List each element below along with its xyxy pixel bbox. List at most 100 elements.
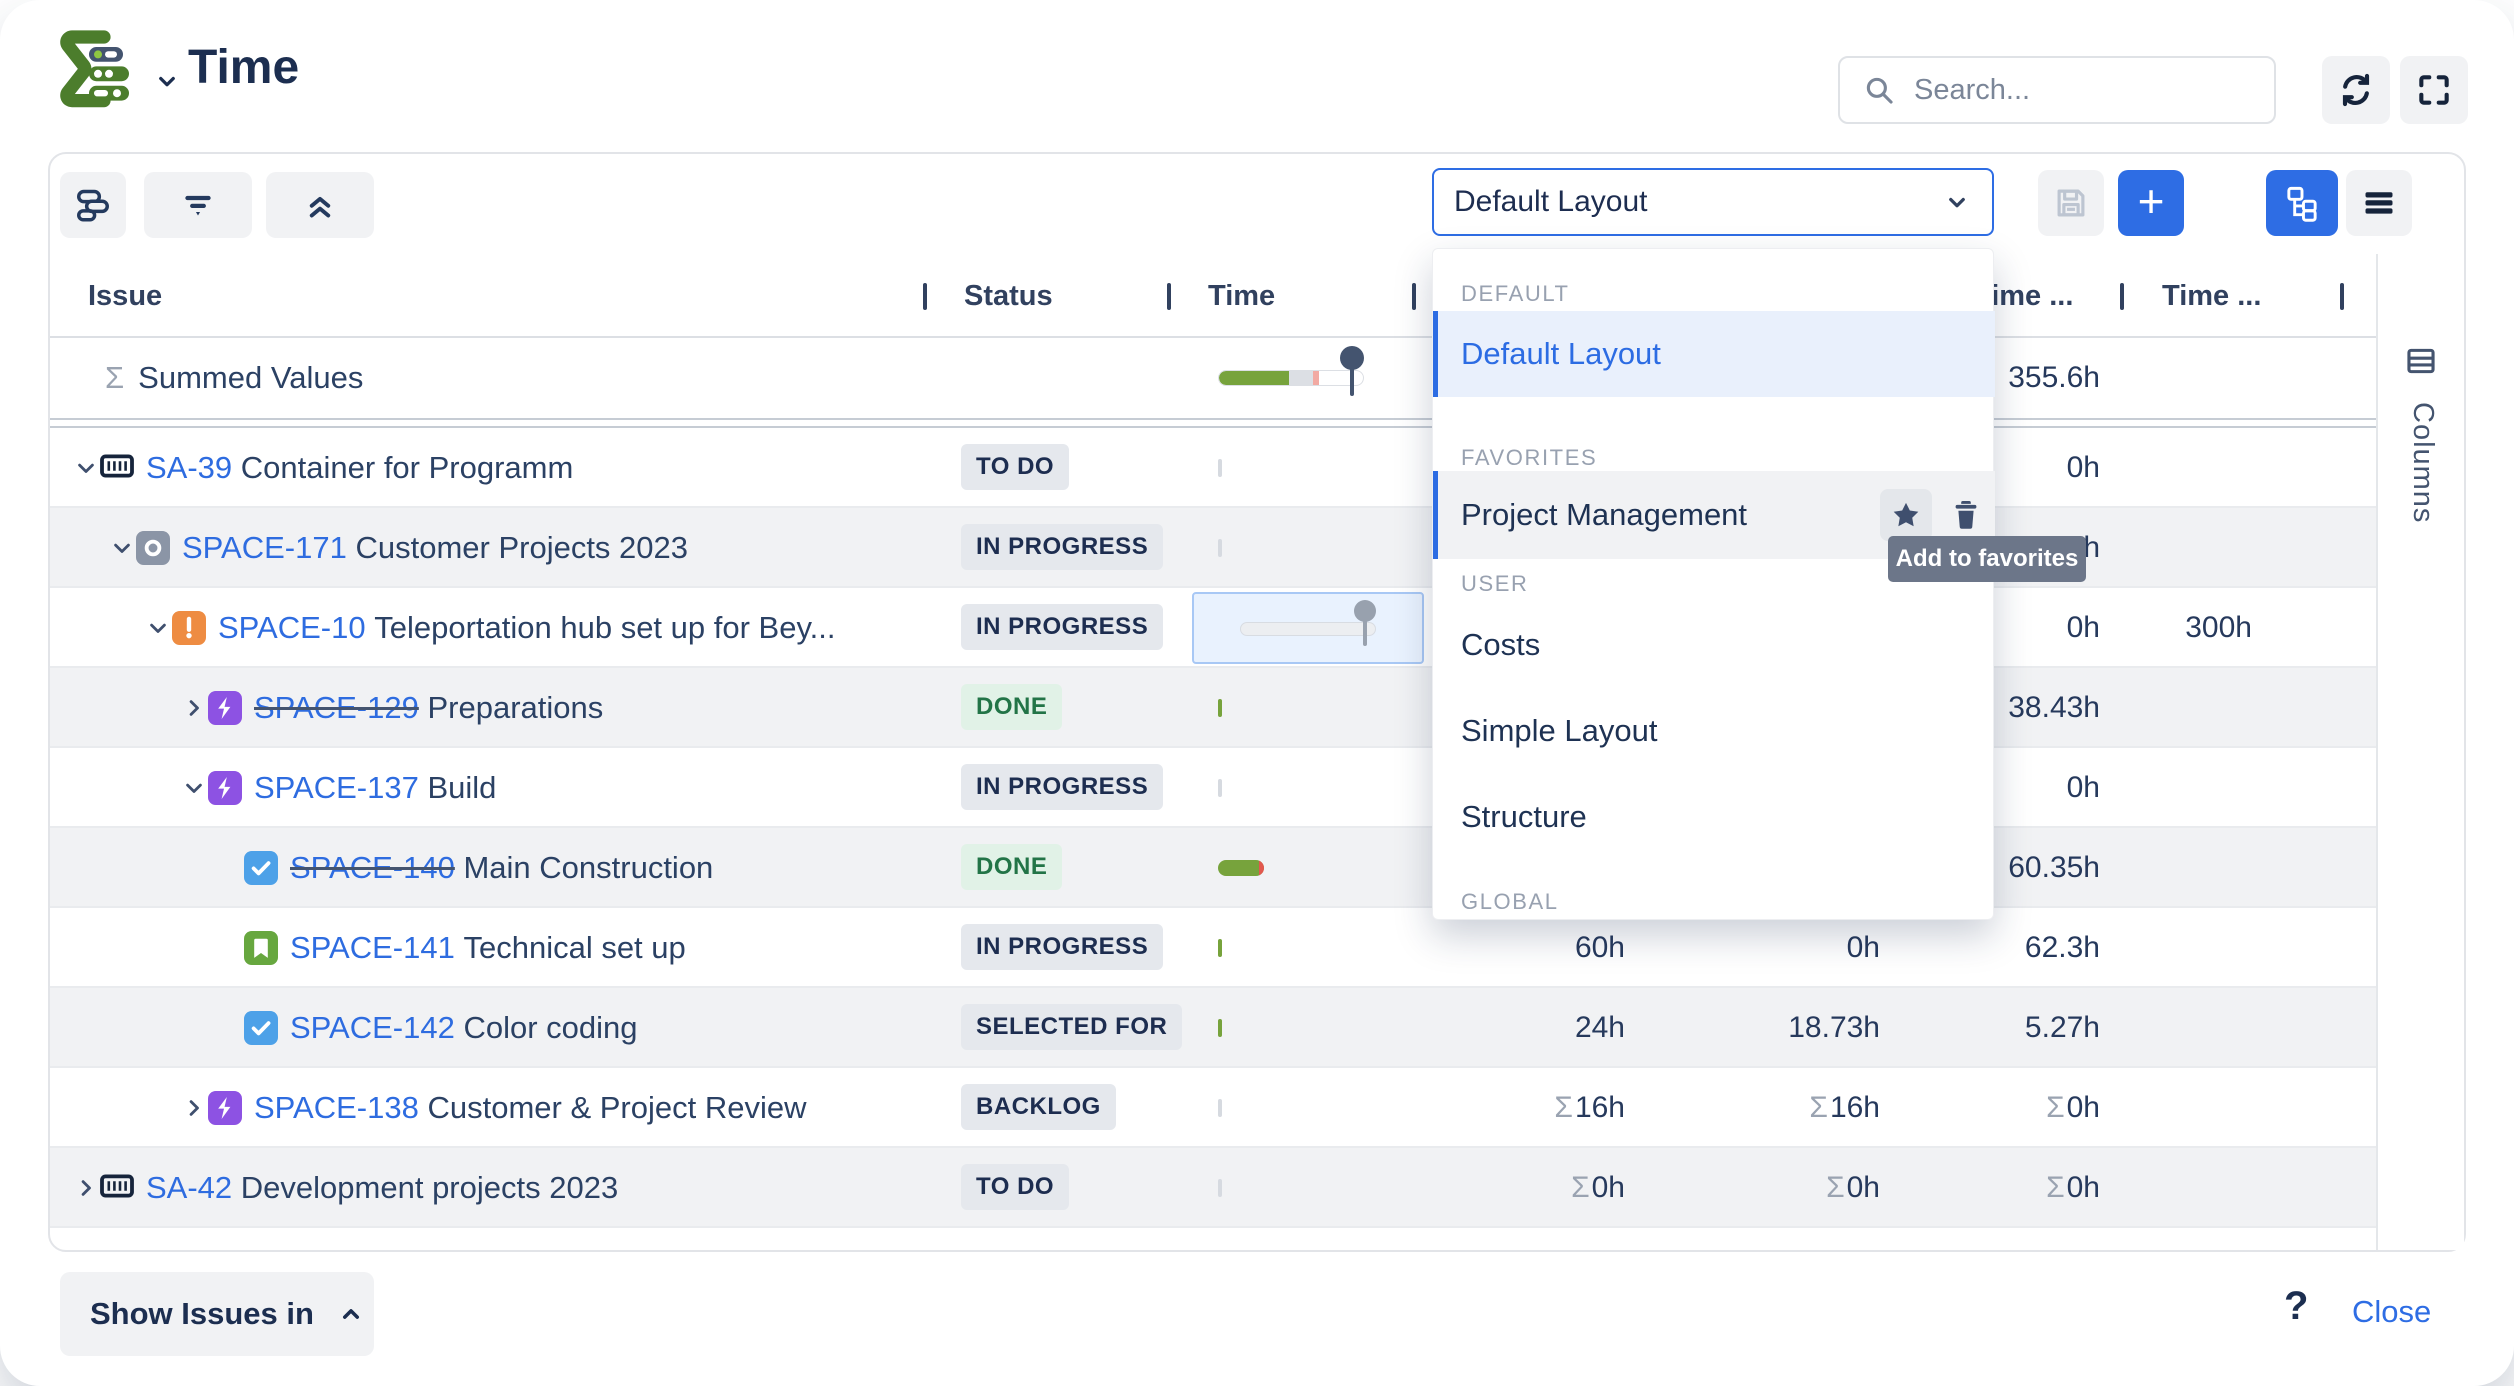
column-resize-handle[interactable] [1412, 283, 1416, 310]
add-to-favorites-tooltip: Add to favorites [1888, 536, 2086, 582]
column-resize-handle[interactable] [2120, 283, 2124, 310]
layout-option-simple-layout[interactable]: Simple Layout [1433, 691, 1995, 771]
tree-view-toggle[interactable] [2266, 170, 2338, 236]
issue-row-sa-42[interactable]: SA-42 Development projects 2023TO DOΣ0hΣ… [50, 1148, 2376, 1228]
issue-key-link[interactable]: SPACE-129 [254, 690, 419, 725]
list-view-toggle[interactable] [2346, 170, 2412, 236]
collapse-all-icon [302, 187, 338, 223]
issue-row-space-138[interactable]: SPACE-138 Customer & Project Review BACKL… [50, 1068, 2376, 1148]
refresh-button[interactable] [2322, 56, 2390, 124]
status-badge[interactable]: SELECTED FOR [961, 1004, 1182, 1050]
sum-sigma-prefix: Σ [1809, 1091, 1828, 1124]
trash-icon[interactable] [1946, 493, 1986, 537]
chevron-right-icon[interactable] [72, 1174, 100, 1202]
issue-key-link[interactable]: SPACE-140 [290, 850, 455, 885]
issue-row-space-129[interactable]: SPACE-129 PreparationsDONE38.43h [50, 668, 2376, 748]
issue-row-space-142[interactable]: SPACE-142 Color codingSELECTED FOR24h18.… [50, 988, 2376, 1068]
time-value-cell: 60h [1425, 908, 1625, 988]
issue-key-link[interactable]: SPACE-137 [254, 770, 419, 805]
status-badge[interactable]: TO DO [961, 1164, 1069, 1210]
status-badge[interactable]: BACKLOG [961, 1084, 1116, 1130]
container-issue-type-icon [100, 451, 134, 485]
add-item-button[interactable]: + [2118, 170, 2184, 236]
chevron-right-icon[interactable] [180, 1094, 208, 1122]
issue-key-link[interactable]: SPACE-141 [290, 930, 455, 965]
layout-option-costs[interactable]: Costs [1433, 605, 1995, 685]
time-tracking-window: Time Issue Status Time Time ... Time ... [0, 0, 2514, 1386]
columns-sidebar-label[interactable]: Columns [2406, 402, 2439, 523]
save-icon [2052, 184, 2090, 222]
column-resize-handle[interactable] [1167, 283, 1171, 310]
issue-row-sa-39[interactable]: SA-39 Container for ProgrammTO DO0h [50, 428, 2376, 508]
collapse-all-button[interactable] [266, 172, 374, 238]
refresh-icon [2336, 70, 2376, 110]
issue-row-space-141[interactable]: SPACE-141 Technical set upIN PROGRESS60h… [50, 908, 2376, 988]
group-button[interactable] [60, 172, 126, 238]
issue-cell: SPACE-138 Customer & Project Review [254, 1068, 806, 1148]
column-header-time-c[interactable]: Time ... [2162, 254, 2261, 338]
app-switch-chevron-down-icon[interactable] [152, 66, 182, 96]
summed-values-row[interactable]: ΣSummed Values355.6h [50, 338, 2376, 418]
layout-option-structure[interactable]: Structure [1433, 777, 1995, 857]
sum-sigma-prefix: Σ [2046, 1091, 2065, 1124]
status-badge[interactable]: DONE [961, 844, 1062, 890]
layout-option-default-layout[interactable]: Default Layout [1433, 311, 1995, 397]
fullscreen-button[interactable] [2400, 56, 2468, 124]
chevron-down-icon [1942, 187, 1972, 217]
container-issue-type-icon [100, 1171, 134, 1205]
status-badge[interactable]: IN PROGRESS [961, 764, 1163, 810]
issue-key-link[interactable]: SA-39 [146, 450, 232, 485]
search-input-wrap[interactable] [1838, 56, 2276, 124]
issue-key-link[interactable]: SA-42 [146, 1170, 232, 1205]
column-resize-handle[interactable] [923, 283, 927, 310]
chevron-down-icon[interactable] [144, 614, 172, 642]
issue-key-link[interactable]: SPACE-142 [290, 1010, 455, 1045]
status-badge[interactable]: IN PROGRESS [961, 524, 1163, 570]
sigma-icon: Σ [105, 360, 124, 395]
chevron-down-icon[interactable] [72, 454, 100, 482]
issue-row-space-10[interactable]: SPACE-10 Teleportation hub set up for Be… [50, 588, 2376, 668]
close-link[interactable]: Close [2352, 1294, 2431, 1330]
column-header-issue[interactable]: Issue [88, 254, 162, 338]
issue-key-link[interactable]: SPACE-171 [182, 530, 347, 565]
filter-button[interactable] [144, 172, 252, 238]
columns-sidebar[interactable]: Columns [2376, 254, 2464, 1250]
save-layout-button[interactable] [2038, 170, 2104, 236]
column-resize-handle[interactable] [2340, 283, 2344, 310]
status-badge[interactable]: IN PROGRESS [961, 604, 1163, 650]
column-header-time[interactable]: Time [1208, 254, 1275, 338]
time-progress-tick [1218, 939, 1222, 957]
status-badge[interactable]: IN PROGRESS [961, 924, 1163, 970]
show-issues-in-button[interactable]: Show Issues in [60, 1272, 374, 1356]
time-panel-card: Issue Status Time Time ... Time ... ΣSum… [48, 152, 2466, 1252]
chevron-down-icon[interactable] [108, 534, 136, 562]
time-progress-tick [1218, 1179, 1222, 1197]
bar-pin-handle[interactable] [1340, 346, 1364, 370]
slider-handle[interactable] [1354, 600, 1376, 622]
time-slider-editor-cell[interactable] [1192, 592, 1424, 664]
show-issues-label: Show Issues in [90, 1296, 314, 1332]
issue-key-link[interactable]: SPACE-138 [254, 1090, 419, 1125]
search-input[interactable] [1914, 74, 2234, 107]
status-badge[interactable]: DONE [961, 684, 1062, 730]
column-header-status[interactable]: Status [964, 254, 1053, 338]
columns-icon [2404, 344, 2438, 383]
layout-select[interactable]: Default Layout [1432, 168, 1994, 236]
help-button[interactable]: ? [2284, 1284, 2308, 1329]
structure-app-logo-icon[interactable] [44, 22, 148, 122]
time-summary-bar [1218, 370, 1364, 386]
slider-pin-stem [1363, 618, 1367, 646]
chevron-up-icon [336, 1299, 366, 1329]
chevron-right-icon[interactable] [180, 694, 208, 722]
time-progress-tick [1218, 699, 1222, 717]
time-progress-tick [1218, 779, 1222, 797]
issue-key-link[interactable]: SPACE-10 [218, 610, 366, 645]
slider-track[interactable] [1240, 622, 1376, 636]
layout-option-label: Structure [1461, 799, 1587, 835]
chevron-down-icon[interactable] [180, 774, 208, 802]
issue-row-space-140[interactable]: SPACE-140 Main ConstructionDONE60.35h [50, 828, 2376, 908]
issue-summary: Teleportation hub set up for Bey... [374, 610, 835, 645]
status-badge[interactable]: TO DO [961, 444, 1069, 490]
star-icon[interactable] [1880, 489, 1932, 541]
issue-row-space-137[interactable]: SPACE-137 BuildIN PROGRESS0h [50, 748, 2376, 828]
